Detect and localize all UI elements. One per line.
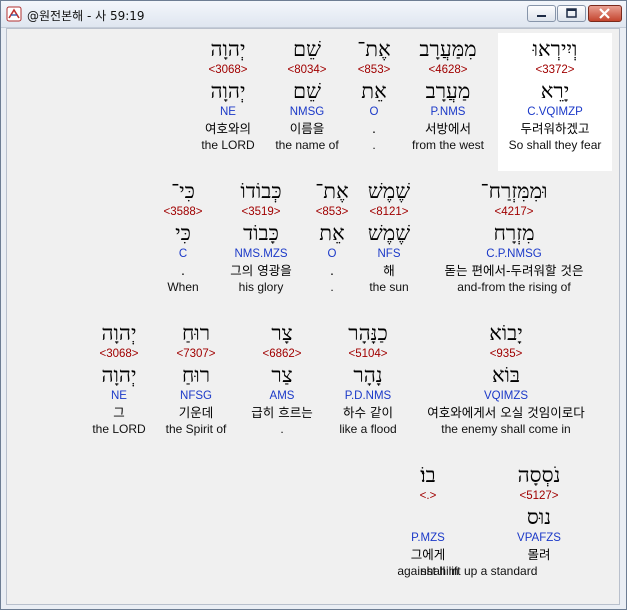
strong-number[interactable]: <935>	[446, 347, 566, 361]
morphology-code[interactable]: NE	[168, 105, 288, 119]
morphology-code[interactable]: C.P.NMSG	[454, 247, 574, 261]
window-title: @원전본해 - 사 59:19	[27, 9, 145, 23]
strong-number[interactable]: <3068>	[168, 63, 288, 77]
hebrew-lemma: נוּס	[526, 505, 552, 529]
english-gloss: the LORD	[201, 138, 255, 152]
hebrew-lemma: יָרֵא	[540, 79, 570, 103]
close-button[interactable]	[588, 5, 622, 22]
strong-number[interactable]: <3068>	[59, 347, 179, 361]
hebrew-word: יְהוָה	[210, 37, 246, 61]
english-gloss: and-from the rising of	[457, 280, 571, 294]
korean-gloss: 여호와의	[204, 121, 251, 136]
strong-number[interactable]: <4217>	[454, 205, 574, 219]
title-bar[interactable]: @원전본해 - 사 59:19	[1, 1, 626, 28]
morphology-code[interactable]: C.VQIMZP	[495, 105, 615, 119]
maximize-icon	[566, 8, 577, 18]
hebrew-lemma: יְהוָה	[101, 363, 137, 387]
english-gloss: against him	[397, 564, 459, 578]
hebrew-lemma: בּוֹא	[491, 363, 521, 387]
korean-gloss: 돋는 편에서-두려워할 것은	[444, 263, 584, 278]
close-icon	[599, 8, 610, 19]
interlinear-panel[interactable]: וְיִירְאוּ <3372> יָרֵא C.VQIMZP 두려워하겠고 …	[6, 28, 620, 605]
korean-gloss: 여호와에게서 오실 것임이로다	[427, 405, 585, 420]
strong-number[interactable]: <5127>	[479, 489, 599, 503]
bible-app-icon	[6, 6, 22, 22]
minimize-icon	[537, 15, 546, 17]
hebrew-word: יָבוֹא	[489, 321, 523, 345]
morphology-code[interactable]: C	[123, 247, 243, 261]
korean-gloss: 그에게	[410, 547, 446, 562]
hebrew-word: וְיִירְאוּ	[532, 37, 578, 61]
korean-gloss: .	[181, 263, 185, 278]
morphology-code[interactable]: NE	[59, 389, 179, 403]
minimize-button[interactable]	[527, 5, 556, 22]
hebrew-word: כִּי־	[171, 179, 195, 203]
app-window: @원전본해 - 사 59:19 וְיִירְאוּ <3372> יָרֵא …	[0, 0, 627, 610]
morphology-code[interactable]: P.MZS	[368, 531, 488, 545]
hebrew-lemma: כִּי	[175, 221, 191, 245]
morphology-code[interactable]: VQIMZS	[446, 389, 566, 403]
english-gloss: So shall they fear	[508, 138, 602, 152]
strong-number[interactable]: <3588>	[123, 205, 243, 219]
hebrew-lemma: יְהוָה	[210, 79, 246, 103]
english-gloss: the LORD	[92, 422, 146, 436]
morphology-code[interactable]: VPAFZS	[479, 531, 599, 545]
hebrew-word: נֹסְסָה	[517, 463, 561, 487]
hebrew-lemma: מִזְרָח	[493, 221, 535, 245]
korean-gloss: 몰려	[527, 547, 551, 562]
strong-number[interactable]: <.>	[368, 489, 488, 503]
hebrew-word: בוֹ׃	[420, 463, 436, 487]
maximize-button[interactable]	[557, 5, 586, 22]
hebrew-word: יְהוָה	[101, 321, 137, 345]
hebrew-word: וּמִמִּזְרַח־	[480, 179, 548, 203]
english-gloss: the enemy shall come in	[441, 422, 571, 436]
korean-gloss: 그	[113, 405, 125, 420]
strong-number[interactable]: <3372>	[495, 63, 615, 77]
english-gloss: When	[167, 280, 199, 294]
korean-gloss: 두려워하겠고	[520, 121, 590, 136]
